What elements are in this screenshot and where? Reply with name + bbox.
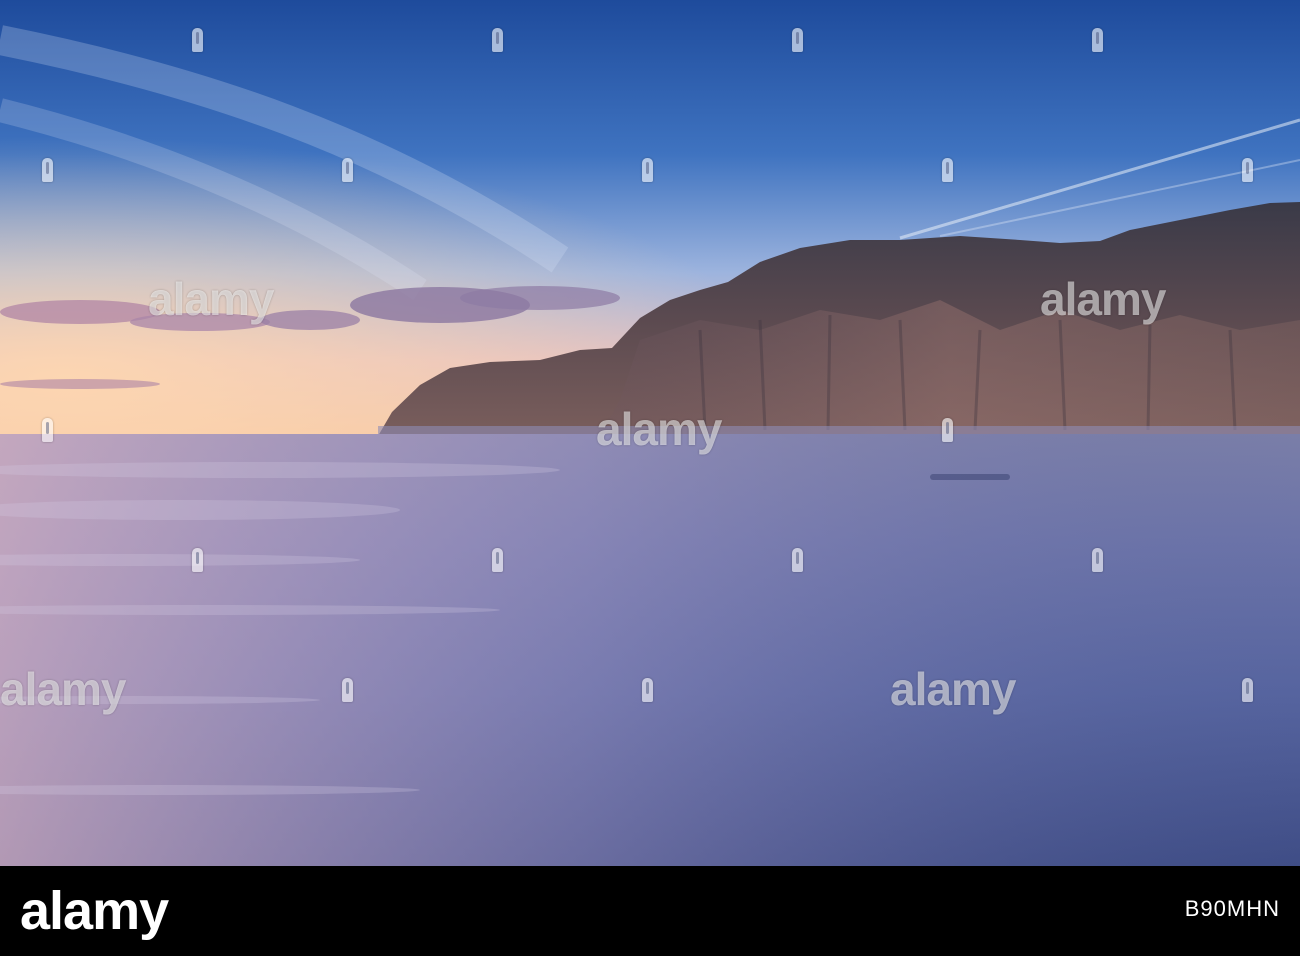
landscape-illustration bbox=[0, 0, 1300, 866]
image-id: B90MHN bbox=[1184, 896, 1280, 921]
footer-logo: alamy bbox=[20, 881, 169, 941]
footer-bar: alamy B90MHN bbox=[0, 866, 1300, 956]
landscape-photo: alamy alamy alamy alamy alamy bbox=[0, 0, 1300, 866]
